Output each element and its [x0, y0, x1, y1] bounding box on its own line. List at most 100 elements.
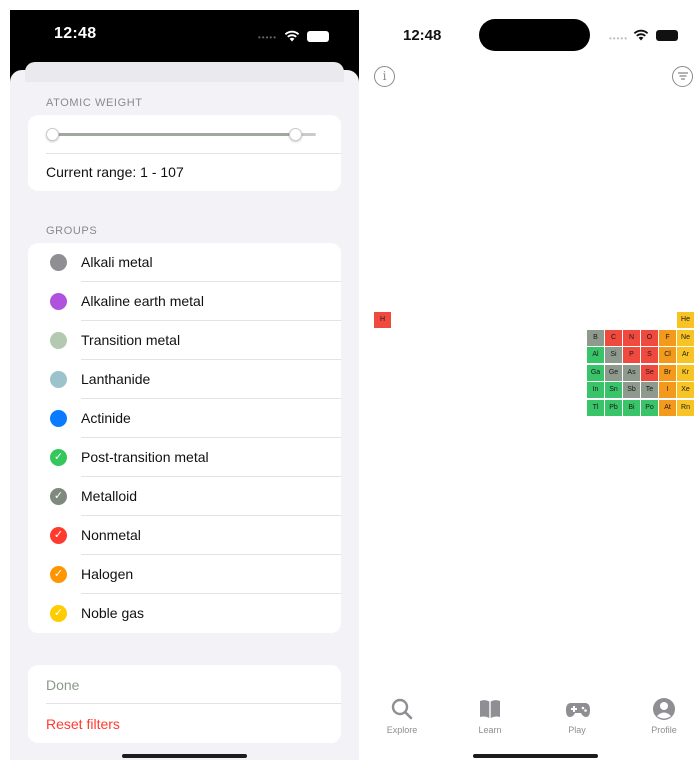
group-label: Noble gas	[81, 605, 145, 621]
group-row[interactable]: ✓ Post-transition metal	[28, 438, 341, 477]
done-row[interactable]: Done	[28, 665, 341, 704]
element-n[interactable]: N	[623, 330, 640, 346]
element-rn[interactable]: Rn	[677, 400, 694, 416]
tab-learn[interactable]: Learn	[460, 695, 520, 745]
atomic-weight-label: ATOMIC WEIGHT	[46, 97, 143, 109]
gamepad-icon	[566, 703, 590, 717]
filter-icon[interactable]	[672, 66, 693, 87]
color-dot-icon[interactable]	[50, 332, 67, 349]
element-te[interactable]: Te	[641, 382, 658, 398]
element-kr[interactable]: Kr	[677, 365, 694, 381]
status-time: 12:48	[54, 25, 97, 42]
reset-filters-button[interactable]: Reset filters	[46, 716, 120, 732]
group-label: Nonmetal	[81, 527, 141, 543]
status-bar: 12:48 •••••	[10, 10, 359, 62]
group-row[interactable]: Alkaline earth metal	[28, 282, 341, 321]
element-c[interactable]: C	[605, 330, 622, 346]
element-s[interactable]: S	[641, 347, 658, 363]
element-al[interactable]: Al	[587, 347, 604, 363]
dynamic-island	[479, 19, 590, 51]
color-dot-icon[interactable]	[50, 410, 67, 427]
group-label: Lanthanide	[81, 371, 151, 387]
atomic-weight-card: Current range: 1 - 107	[28, 115, 341, 191]
element-at[interactable]: At	[659, 400, 676, 416]
element-xe[interactable]: Xe	[677, 382, 694, 398]
group-label: Transition metal	[81, 332, 181, 348]
magnifier-icon	[391, 698, 413, 720]
element-ge[interactable]: Ge	[605, 365, 622, 381]
slider-max-thumb[interactable]	[288, 128, 302, 141]
actions-card: Done Reset filters	[28, 665, 341, 743]
element-as[interactable]: As	[623, 365, 640, 381]
filter-sheet: ATOMIC WEIGHT Current range: 1 - 107 GRO…	[10, 62, 359, 760]
element-in[interactable]: In	[587, 382, 604, 398]
reset-row[interactable]: Reset filters	[28, 704, 341, 743]
group-row[interactable]: Lanthanide	[28, 360, 341, 399]
element-f[interactable]: F	[659, 330, 676, 346]
current-range-text: Current range: 1 - 107	[46, 164, 184, 180]
color-dot-icon[interactable]	[50, 371, 67, 388]
element-ar[interactable]: Ar	[677, 347, 694, 363]
cellular-signal-icon: •••••	[609, 34, 629, 43]
element-o[interactable]: O	[641, 330, 658, 346]
element-i[interactable]: I	[659, 382, 676, 398]
checked-circle-icon[interactable]: ✓	[50, 488, 67, 505]
group-row[interactable]: Transition metal	[28, 321, 341, 360]
group-label: Alkaline earth metal	[81, 293, 204, 309]
color-dot-icon[interactable]	[50, 293, 67, 310]
element-sb[interactable]: Sb	[623, 382, 640, 398]
cellular-signal-icon: •••••	[258, 33, 278, 42]
filter-screen: 12:48 ••••• ATOMIC WEIGHT Current range:…	[10, 10, 359, 760]
element-cl[interactable]: Cl	[659, 347, 676, 363]
group-label: Alkali metal	[81, 254, 153, 270]
groups-label: GROUPS	[46, 225, 98, 237]
slider-min-thumb[interactable]	[46, 128, 59, 141]
element-pb[interactable]: Pb	[605, 400, 622, 416]
checked-circle-icon[interactable]: ✓	[50, 605, 67, 622]
groups-card: Alkali metal Alkaline earth metal Transiti…	[28, 243, 341, 633]
battery-icon	[656, 30, 678, 41]
group-row[interactable]: ✓ Noble gas	[28, 594, 341, 633]
tab-label: Learn	[478, 725, 502, 735]
element-b[interactable]: B	[587, 330, 604, 346]
wifi-icon	[633, 29, 649, 41]
element-p[interactable]: P	[623, 347, 640, 363]
home-indicator	[473, 754, 598, 758]
info-icon[interactable]: i	[374, 66, 395, 87]
element-ne[interactable]: Ne	[677, 330, 694, 346]
battery-icon	[307, 31, 329, 42]
element-si[interactable]: Si	[605, 347, 622, 363]
element-bi[interactable]: Bi	[623, 400, 640, 416]
element-h[interactable]: H	[374, 312, 391, 328]
group-row[interactable]: ✓ Halogen	[28, 555, 341, 594]
element-ga[interactable]: Ga	[587, 365, 604, 381]
done-button[interactable]: Done	[46, 677, 79, 693]
home-indicator	[122, 754, 247, 758]
checked-circle-icon[interactable]: ✓	[50, 449, 67, 466]
element-po[interactable]: Po	[641, 400, 658, 416]
group-row[interactable]: ✓ Metalloid	[28, 477, 341, 516]
status-time: 12:48	[403, 27, 442, 44]
checked-circle-icon[interactable]: ✓	[50, 566, 67, 583]
group-label: Halogen	[81, 566, 134, 582]
tab-explore[interactable]: Explore	[372, 695, 432, 745]
element-he[interactable]: He	[677, 312, 694, 328]
group-row[interactable]: Alkali metal	[28, 243, 341, 282]
book-icon	[480, 700, 500, 718]
group-row[interactable]: Actinide	[28, 399, 341, 438]
group-label: Post-transition metal	[81, 449, 209, 465]
periodic-table-screen: 12:48 ••••• i H He B C N O F Ne Al Si P S Cl Ar Ga Ge As…	[363, 10, 694, 760]
element-se[interactable]: Se	[641, 365, 658, 381]
tab-play[interactable]: Play	[547, 695, 607, 745]
element-tl[interactable]: Tl	[587, 400, 604, 416]
group-label: Actinide	[81, 410, 131, 426]
element-br[interactable]: Br	[659, 365, 676, 381]
group-label: Metalloid	[81, 488, 138, 504]
checked-circle-icon[interactable]: ✓	[50, 527, 67, 544]
tab-profile[interactable]: Profile	[634, 695, 694, 745]
color-dot-icon[interactable]	[50, 254, 67, 271]
tab-label: Explore	[386, 725, 418, 735]
atomic-weight-slider[interactable]	[46, 128, 316, 141]
group-row[interactable]: ✓ Nonmetal	[28, 516, 341, 555]
element-sn[interactable]: Sn	[605, 382, 622, 398]
